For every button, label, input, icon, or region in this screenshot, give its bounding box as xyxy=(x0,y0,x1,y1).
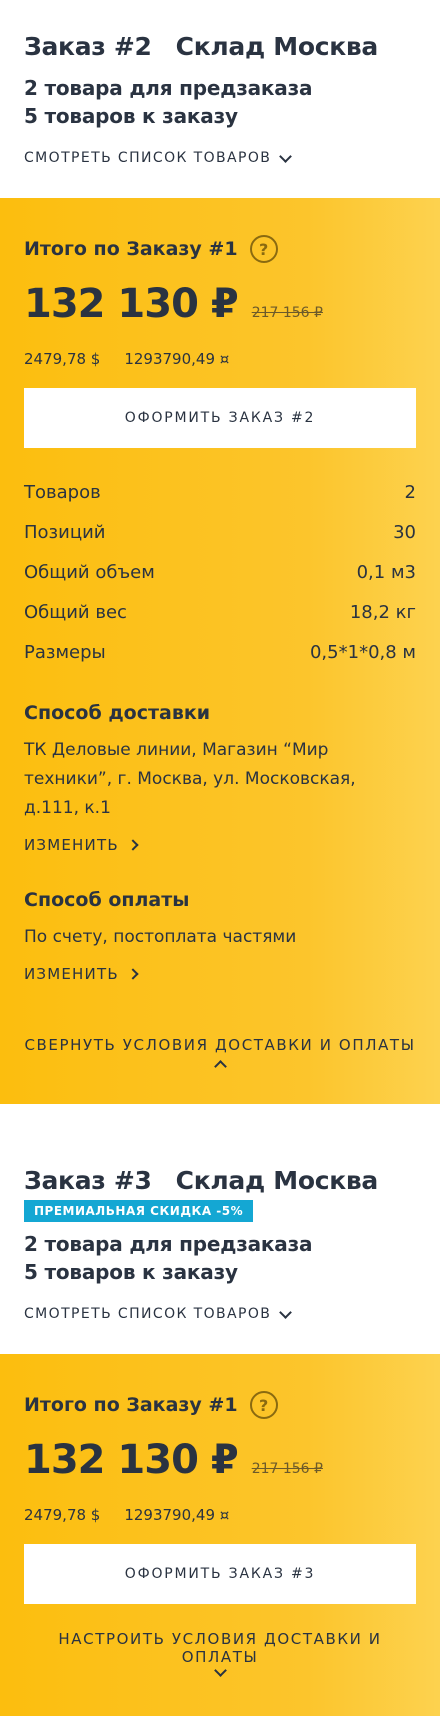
checkout-button[interactable]: ОФОРМИТЬ ЗАКАЗ #3 xyxy=(24,1544,416,1604)
stat-row-positions: Позиций 30 xyxy=(24,512,416,552)
delivery-method-text: ТК Деловые линии, Магазин “Мир техники”,… xyxy=(24,740,356,818)
payment-method-text: По счету, постоплата частями xyxy=(24,927,297,947)
old-price: 217 156 ₽ xyxy=(251,1461,323,1477)
checkout-button[interactable]: ОФОРМИТЬ ЗАКАЗ #2 xyxy=(24,388,416,448)
stat-value: 30 xyxy=(393,521,416,543)
payment-method-title: Способ оплаты xyxy=(24,889,190,911)
order-header: Заказ #3 Склад Москва ПРЕМИАЛЬНАЯ СКИДКА… xyxy=(0,1160,440,1354)
order-number: Заказ #3 xyxy=(24,1166,152,1195)
price-row: 132 130 ₽ 217 156 ₽ xyxy=(24,278,416,330)
help-icon[interactable]: ? xyxy=(249,1391,278,1419)
delivery-method-title: Способ доставки xyxy=(24,702,211,724)
total-heading: Итого по Заказу #1 ? xyxy=(24,1390,416,1420)
order-warehouse: Склад Москва xyxy=(175,32,379,61)
stat-row-weight: Общий вес 18,2 кг xyxy=(24,592,416,632)
configure-conditions-link[interactable]: НАСТРОИТЬ УСЛОВИЯ ДОСТАВКИ И ОПЛАТЫ xyxy=(24,1630,416,1688)
stat-label: Позиций xyxy=(24,521,106,543)
stat-label: Общий вес xyxy=(24,601,127,623)
change-payment-link[interactable]: ИЗМЕНИТЬ xyxy=(24,962,416,986)
stat-label: Размеры xyxy=(24,641,106,663)
stat-value: 0,1 м3 xyxy=(356,561,416,583)
collapse-conditions-label: СВЕРНУТЬ УСЛОВИЯ ДОСТАВКИ И ОПЛАТЫ xyxy=(24,1036,416,1054)
stat-value: 0,5*1*0,8 м xyxy=(309,641,416,663)
order-card-3: Заказ #3 Склад Москва ПРЕМИАЛЬНАЯ СКИДКА… xyxy=(0,1160,440,1716)
stat-value: 2 xyxy=(404,481,416,503)
order-stats: Товаров 2 Позиций 30 Общий объем 0,1 м3 … xyxy=(24,472,416,672)
view-items-list-label: СМОТРЕТЬ СПИСОК ТОВАРОВ xyxy=(24,1306,272,1322)
preorder-count: 2 товара для предзаказа xyxy=(24,76,313,100)
change-payment-label: ИЗМЕНИТЬ xyxy=(24,965,119,983)
section-divider xyxy=(0,1104,440,1160)
change-delivery-label: ИЗМЕНИТЬ xyxy=(24,836,119,854)
order-title: Заказ #2 Склад Москва xyxy=(24,30,416,64)
total-label: Итого по Заказу #1 xyxy=(24,238,238,260)
order-items-summary: 2 товара для предзаказа 5 товаров к зака… xyxy=(24,74,416,130)
chevron-up-icon xyxy=(213,1060,227,1073)
currency-row: 2479,78 $ 1293790,49 ¤ xyxy=(24,1506,416,1524)
price-other-currency: 1293790,49 ¤ xyxy=(124,350,230,368)
total-price: 132 130 ₽ xyxy=(24,281,239,327)
chevron-down-icon xyxy=(213,1664,227,1677)
chevron-right-icon xyxy=(127,839,139,851)
order-warehouse: Склад Москва xyxy=(175,1166,379,1195)
chevron-down-icon xyxy=(279,149,293,163)
order-header: Заказ #2 Склад Москва 2 товара для предз… xyxy=(0,0,440,198)
stat-row-dimensions: Размеры 0,5*1*0,8 м xyxy=(24,632,416,672)
stat-row-items: Товаров 2 xyxy=(24,472,416,512)
discount-badge: ПРЕМИАЛЬНАЯ СКИДКА -5% xyxy=(24,1200,254,1222)
price-row: 132 130 ₽ 217 156 ₽ xyxy=(24,1434,416,1486)
order-summary-panel: Итого по Заказу #1 ? 132 130 ₽ 217 156 ₽… xyxy=(0,198,440,1104)
order-items-summary: 2 товара для предзаказа 5 товаров к зака… xyxy=(24,1230,416,1286)
view-items-list-link[interactable]: СМОТРЕТЬ СПИСОК ТОВАРОВ xyxy=(24,1302,416,1326)
order-title: Заказ #3 Склад Москва xyxy=(24,1164,416,1198)
order-count: 5 товаров к заказу xyxy=(24,1260,238,1284)
currency-row: 2479,78 $ 1293790,49 ¤ xyxy=(24,350,416,368)
total-heading: Итого по Заказу #1 ? xyxy=(24,234,416,264)
configure-conditions-label: НАСТРОИТЬ УСЛОВИЯ ДОСТАВКИ И ОПЛАТЫ xyxy=(58,1630,382,1666)
price-usd: 2479,78 $ xyxy=(24,1506,101,1524)
change-delivery-link[interactable]: ИЗМЕНИТЬ xyxy=(24,833,416,857)
stat-value: 18,2 кг xyxy=(349,601,416,623)
stat-label: Общий объем xyxy=(24,561,155,583)
order-count: 5 товаров к заказу xyxy=(24,104,238,128)
total-price: 132 130 ₽ xyxy=(24,1437,239,1483)
chevron-right-icon xyxy=(127,968,139,980)
view-items-list-label: СМОТРЕТЬ СПИСОК ТОВАРОВ xyxy=(24,150,272,166)
stat-row-volume: Общий объем 0,1 м3 xyxy=(24,552,416,592)
stat-label: Товаров xyxy=(24,481,101,503)
preorder-count: 2 товара для предзаказа xyxy=(24,1232,313,1256)
old-price: 217 156 ₽ xyxy=(251,305,323,321)
order-number: Заказ #2 xyxy=(24,32,152,61)
order-summary-panel: Итого по Заказу #1 ? 132 130 ₽ 217 156 ₽… xyxy=(0,1354,440,1716)
price-other-currency: 1293790,49 ¤ xyxy=(124,1506,230,1524)
order-card-2: Заказ #2 Склад Москва 2 товара для предз… xyxy=(0,0,440,1104)
chevron-down-icon xyxy=(279,1305,293,1319)
collapse-conditions-link[interactable]: СВЕРНУТЬ УСЛОВИЯ ДОСТАВКИ И ОПЛАТЫ xyxy=(24,1036,416,1076)
total-label: Итого по Заказу #1 xyxy=(24,1394,238,1416)
price-usd: 2479,78 $ xyxy=(24,350,101,368)
help-icon[interactable]: ? xyxy=(249,235,278,263)
view-items-list-link[interactable]: СМОТРЕТЬ СПИСОК ТОВАРОВ xyxy=(24,146,416,170)
